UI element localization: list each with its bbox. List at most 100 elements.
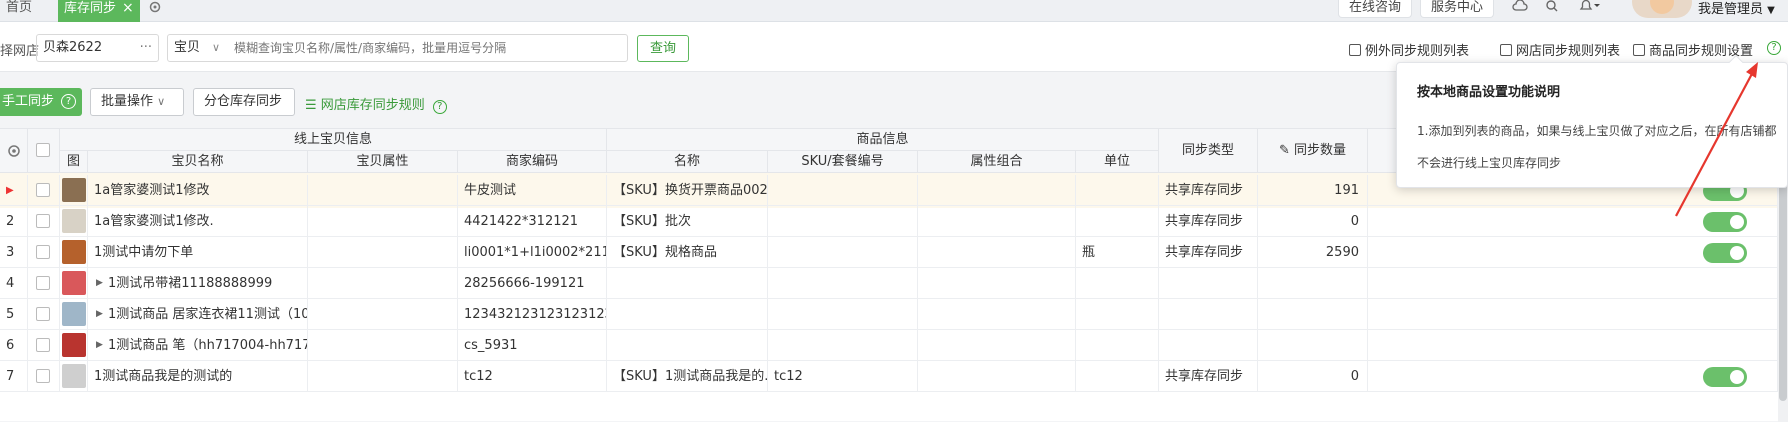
cell-qty[interactable] bbox=[1258, 268, 1368, 299]
cell-attr[interactable] bbox=[308, 361, 458, 392]
cell-name[interactable]: 1a管家婆测试1修改 bbox=[88, 175, 308, 206]
search-icon[interactable] bbox=[1545, 0, 1559, 16]
warehouse-sync-button[interactable]: 分仓库存同步 bbox=[193, 88, 295, 116]
service-center-button[interactable]: 服务中心 bbox=[1420, 0, 1495, 18]
cell-gname[interactable]: 【SKU】批次 bbox=[607, 206, 768, 237]
gear-icon[interactable] bbox=[6, 143, 22, 159]
cell-unit[interactable] bbox=[1076, 206, 1159, 237]
cell-gname[interactable] bbox=[607, 299, 768, 330]
manual-sync-button[interactable]: 手工同步? bbox=[0, 88, 82, 116]
cell-name[interactable]: 1a管家婆测试1修改. bbox=[88, 206, 308, 237]
bell-icon[interactable] bbox=[1578, 0, 1600, 16]
chevron-down-icon[interactable]: ∨ bbox=[212, 35, 220, 61]
cell-gname[interactable]: 【SKU】规格商品 bbox=[607, 237, 768, 268]
cell-code[interactable]: tc12 bbox=[458, 361, 607, 392]
cell-sync_type[interactable]: 共享库存同步 bbox=[1159, 361, 1258, 392]
row-checkbox[interactable] bbox=[36, 276, 50, 290]
close-icon[interactable]: × bbox=[122, 0, 134, 16]
cell-code[interactable]: 牛皮测试 bbox=[458, 175, 607, 206]
select-all-checkbox[interactable] bbox=[36, 143, 50, 157]
help-icon[interactable]: ? bbox=[1767, 41, 1781, 55]
col-sync-qty[interactable]: ✎ 同步数量 bbox=[1258, 129, 1368, 173]
exception-rules-link[interactable]: 例外同步规则列表 bbox=[1349, 40, 1469, 59]
cell-combo[interactable] bbox=[918, 175, 1076, 206]
batch-ops-button[interactable]: 批量操作 ∨ bbox=[90, 88, 184, 116]
cell-attr[interactable] bbox=[308, 206, 458, 237]
cell-name[interactable]: 1测试商品 居家连衣裙11测试（10... bbox=[88, 299, 308, 330]
sync-toggle[interactable] bbox=[1703, 243, 1747, 263]
row-checkbox[interactable] bbox=[36, 245, 50, 259]
cell-code[interactable]: 12343212312312312З... bbox=[458, 299, 607, 330]
shop-rules-link[interactable]: 网店同步规则列表 bbox=[1500, 40, 1620, 59]
cell-qty[interactable]: 2590 bbox=[1258, 237, 1368, 268]
cell-code[interactable]: 28256666-199121 bbox=[458, 268, 607, 299]
cell-sync_type[interactable] bbox=[1159, 268, 1258, 299]
cell-combo[interactable] bbox=[918, 206, 1076, 237]
cell-combo[interactable] bbox=[918, 268, 1076, 299]
cell-combo[interactable] bbox=[918, 299, 1076, 330]
cell-sync_type[interactable]: 共享库存同步 bbox=[1159, 237, 1258, 268]
cell-unit[interactable] bbox=[1076, 330, 1159, 361]
cell-sync_type[interactable] bbox=[1159, 330, 1258, 361]
cell-combo[interactable] bbox=[918, 330, 1076, 361]
col-attr[interactable]: 宝贝属性 bbox=[308, 151, 458, 173]
expand-triangle-icon[interactable]: ▶ bbox=[96, 278, 103, 288]
row-checkbox[interactable] bbox=[36, 338, 50, 352]
cell-qty[interactable]: 0 bbox=[1258, 361, 1368, 392]
cell-attr[interactable] bbox=[308, 299, 458, 330]
cell-qty[interactable]: 0 bbox=[1258, 206, 1368, 237]
help-icon[interactable]: ? bbox=[432, 100, 447, 114]
cell-unit[interactable] bbox=[1076, 361, 1159, 392]
expand-triangle-icon[interactable]: ▶ bbox=[96, 340, 103, 350]
cell-qty[interactable] bbox=[1258, 299, 1368, 330]
cloud-download-icon[interactable] bbox=[1512, 0, 1528, 16]
cell-qty[interactable] bbox=[1258, 330, 1368, 361]
cell-unit[interactable] bbox=[1076, 175, 1159, 206]
cell-sku[interactable] bbox=[768, 175, 918, 206]
cell-sku[interactable] bbox=[768, 206, 918, 237]
help-icon[interactable]: ? bbox=[61, 94, 76, 109]
cell-combo[interactable] bbox=[918, 237, 1076, 268]
shop-select[interactable]: 贝森2622 ··· bbox=[36, 34, 159, 62]
cell-unit[interactable]: 瓶 bbox=[1076, 237, 1159, 268]
expand-triangle-icon[interactable]: ▶ bbox=[96, 309, 103, 319]
cell-sku[interactable] bbox=[768, 268, 918, 299]
row-checkbox[interactable] bbox=[36, 307, 50, 321]
cell-name[interactable]: 1测试吊带裙11188888999 bbox=[88, 268, 308, 299]
cell-gname[interactable]: 【SKU】1测试商品我是的... bbox=[607, 361, 768, 392]
cell-sku[interactable]: tc12 bbox=[768, 361, 918, 392]
col-code[interactable]: 商家编码 bbox=[458, 151, 607, 173]
col-combo[interactable]: 属性组合 bbox=[918, 151, 1076, 173]
query-button[interactable]: 查询 bbox=[637, 35, 689, 62]
cell-code[interactable]: li0001*1+l1i0002*211 bbox=[458, 237, 607, 268]
col-unit[interactable]: 单位 bbox=[1076, 151, 1159, 173]
cell-attr[interactable] bbox=[308, 237, 458, 268]
row-checkbox[interactable] bbox=[36, 183, 50, 197]
col-sync-type[interactable]: 同步类型 bbox=[1159, 129, 1258, 173]
col-gname[interactable]: 名称 bbox=[607, 151, 768, 173]
cell-name[interactable]: 1测试商品我是的测试的 bbox=[88, 361, 308, 392]
cell-combo[interactable] bbox=[918, 361, 1076, 392]
cell-sku[interactable] bbox=[768, 299, 918, 330]
more-icon[interactable]: ··· bbox=[140, 35, 152, 61]
row-checkbox[interactable] bbox=[36, 369, 50, 383]
admin-menu[interactable]: 我是管理员 ▼ bbox=[1698, 0, 1775, 17]
search-kind-select[interactable]: 宝贝 bbox=[174, 35, 200, 61]
cell-sync_type[interactable]: 共享库存同步 bbox=[1159, 206, 1258, 237]
cell-sku[interactable] bbox=[768, 237, 918, 268]
cell-attr[interactable] bbox=[308, 268, 458, 299]
cell-sku[interactable] bbox=[768, 330, 918, 361]
cell-name[interactable]: 1测试商品 笔（hh717004-hh7170... bbox=[88, 330, 308, 361]
cell-unit[interactable] bbox=[1076, 299, 1159, 330]
cell-qty[interactable]: 191 bbox=[1258, 175, 1368, 206]
cell-unit[interactable] bbox=[1076, 268, 1159, 299]
col-sku[interactable]: SKU/套餐编号 bbox=[768, 151, 918, 173]
shop-stock-rule-link[interactable]: ☰ 网店库存同步规则? bbox=[305, 94, 447, 114]
avatar[interactable] bbox=[1632, 0, 1692, 18]
cell-code[interactable]: 4421422*312121 bbox=[458, 206, 607, 237]
tab-stock-sync[interactable]: 库存同步 × bbox=[58, 0, 140, 22]
row-checkbox[interactable] bbox=[36, 214, 50, 228]
cell-gname[interactable] bbox=[607, 268, 768, 299]
cell-gname[interactable]: 【SKU】换货开票商品002 bbox=[607, 175, 768, 206]
cell-sync_type[interactable] bbox=[1159, 299, 1258, 330]
